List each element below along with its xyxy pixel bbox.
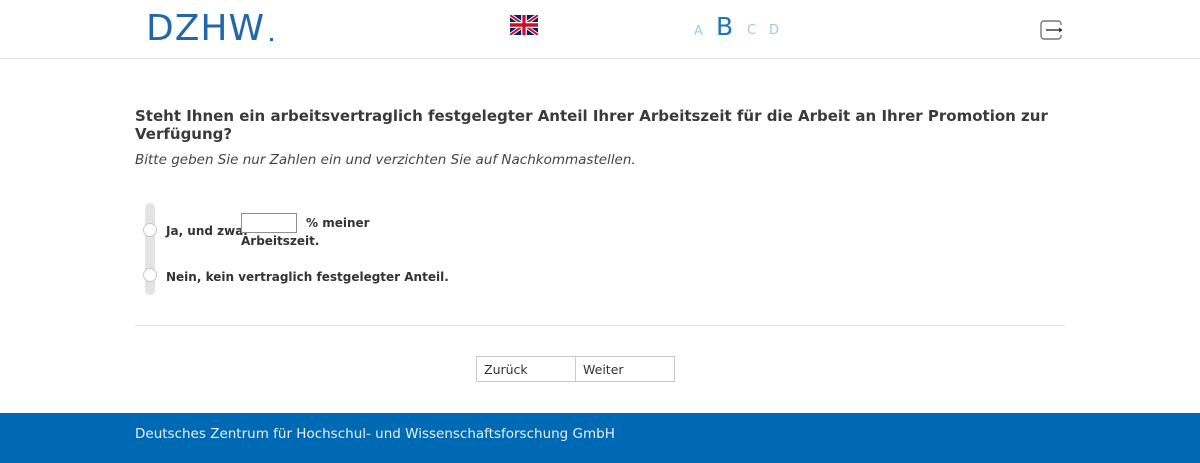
step-d: D — [769, 23, 780, 38]
option-no-label: Nein, kein vertraglich festgelegter Ante… — [166, 270, 449, 284]
next-button[interactable]: Weiter — [575, 356, 675, 382]
question-title: Steht Ihnen ein arbeitsvertraglich festg… — [135, 107, 1048, 143]
back-button[interactable]: Zurück — [476, 356, 576, 382]
step-b-active: B — [716, 12, 734, 41]
logout-icon[interactable] — [1040, 20, 1064, 40]
logo-dot — [270, 38, 273, 41]
step-a: A — [694, 24, 703, 39]
option-yes-suffix: Arbeitszeit. — [241, 234, 320, 248]
radio-option-yes[interactable] — [143, 223, 157, 237]
step-c: C — [747, 23, 757, 38]
radio-option-no[interactable] — [143, 268, 157, 282]
uk-flag-icon[interactable] — [510, 15, 538, 35]
logo-text: DZHW — [146, 8, 266, 49]
dzhw-logo[interactable]: DZHW — [146, 8, 273, 49]
option-yes-unit: % meiner — [306, 216, 370, 230]
header: DZHW A B C D — [0, 0, 1200, 59]
footer-text: Deutsches Zentrum für Hochschul- und Wis… — [135, 426, 615, 442]
question-instruction: Bitte geben Sie nur Zahlen ein und verzi… — [135, 152, 636, 168]
option-yes-label: Ja, und zwar — [166, 224, 250, 238]
footer: Deutsches Zentrum für Hochschul- und Wis… — [0, 413, 1200, 463]
percent-input[interactable] — [241, 213, 297, 233]
divider — [135, 325, 1065, 326]
